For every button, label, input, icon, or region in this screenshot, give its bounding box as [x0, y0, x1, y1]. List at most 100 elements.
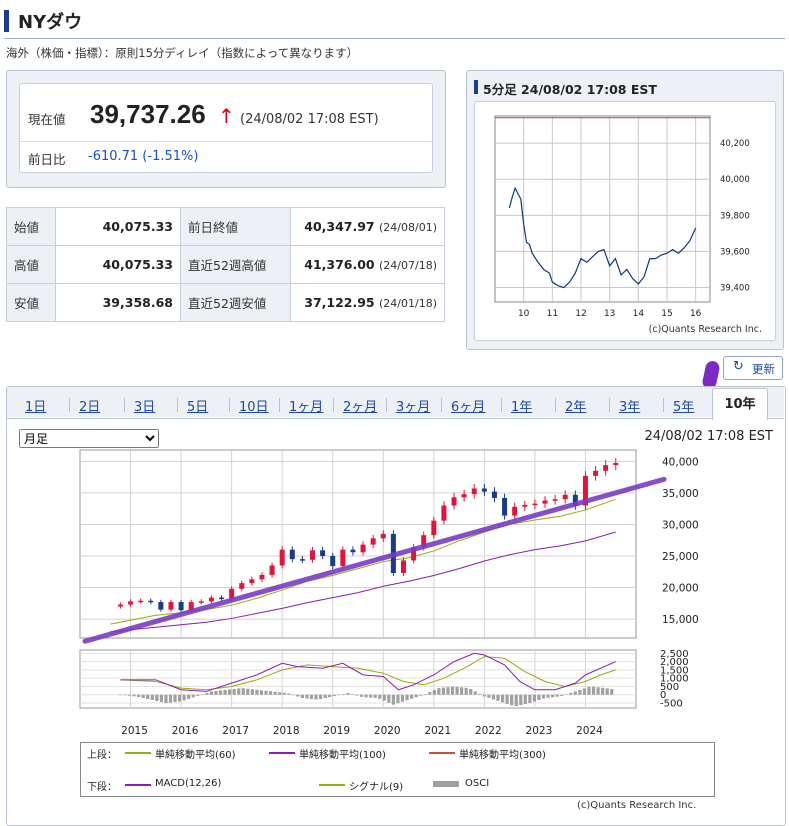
intraday-x-tick: 12: [575, 309, 586, 319]
osci-bar: [464, 687, 468, 695]
osci-bar: [191, 694, 195, 698]
osci-bar: [428, 692, 432, 695]
candle-body: [269, 565, 275, 575]
legend-bottom-label: 下段：: [87, 782, 117, 793]
osci-bar: [378, 694, 382, 699]
tab-item[interactable]: 2年: [565, 396, 586, 415]
candle-body: [481, 488, 487, 492]
tab-item[interactable]: 6ヶ月: [451, 396, 485, 415]
osci-bar: [510, 694, 514, 706]
price-y-tick: 35,000: [662, 488, 699, 500]
osci-bar: [218, 690, 223, 695]
osci-bar: [214, 690, 218, 695]
candle-body: [178, 602, 184, 611]
osci-bar: [528, 694, 532, 704]
main-x-tick: 2015: [121, 725, 148, 737]
osci-bar: [282, 692, 286, 695]
tab-separator: [333, 398, 334, 412]
intraday-panel: 5分足 24/08/02 17:08 EST 10 11 12 13 14 15 16 40,…: [466, 70, 784, 350]
osci-bar: [364, 694, 368, 698]
osci-bar: [387, 694, 391, 703]
osci-bar: [560, 694, 564, 696]
tab-item[interactable]: 2日: [79, 396, 100, 415]
osci-bar: [205, 692, 209, 695]
tab-separator: [501, 398, 502, 412]
candle-body: [208, 597, 214, 602]
osci-bar: [546, 694, 550, 698]
osci-bar: [359, 694, 364, 697]
stats-date: (24/08/01): [379, 221, 437, 234]
refresh-button[interactable]: ↻ 更新: [723, 356, 783, 380]
quote-panel: 現在値 39,737.26 ↑ (24/08/02 17:08 EST) 前日比…: [6, 70, 446, 188]
legend-ma60: 単純移動平均(60): [155, 750, 236, 761]
osci-bar: [505, 694, 509, 704]
osci-bar: [482, 694, 486, 697]
legend-osci-swatch: [433, 781, 459, 787]
tab-active[interactable]: 10年: [712, 388, 768, 420]
osci-bar: [591, 686, 596, 695]
osci-bar: [150, 694, 154, 701]
tab-item[interactable]: 1年: [511, 396, 532, 415]
tab-item[interactable]: 3年: [619, 396, 640, 415]
legend-signal-swatch: [319, 784, 345, 786]
osci-bar: [423, 694, 427, 695]
osci-bar: [432, 690, 436, 695]
price-y-tick: 15,000: [662, 614, 699, 626]
tab-item[interactable]: 3ヶ月: [396, 396, 430, 415]
osci-bar: [523, 694, 527, 705]
price-y-tick: 30,000: [662, 519, 699, 531]
osci-bar: [601, 687, 605, 695]
osci-bar: [469, 688, 473, 695]
osci-bar: [264, 690, 268, 695]
tab-item[interactable]: 5日: [187, 396, 208, 415]
osci-bar: [141, 694, 145, 699]
refresh-icon: ↻: [733, 359, 744, 374]
tab-item[interactable]: 3日: [134, 396, 155, 415]
osci-bar: [173, 694, 177, 703]
candle-body: [380, 533, 386, 539]
osci-bar: [355, 694, 359, 696]
intraday-x-tick: 15: [661, 309, 672, 319]
candle-body: [289, 549, 295, 560]
legend-signal: シグナル(9): [349, 782, 404, 793]
candle-body: [400, 560, 406, 574]
main-x-tick: 2017: [222, 725, 249, 737]
intraday-title: 5分足 24/08/02 17:08 EST: [483, 82, 657, 97]
osci-bar: [305, 694, 309, 699]
candle-body: [117, 604, 123, 607]
osci-bar: [455, 686, 459, 695]
osci-bar: [450, 686, 455, 695]
current-value-label: 現在値: [28, 112, 66, 127]
osci-bar: [232, 688, 236, 695]
tab-separator: [609, 398, 610, 412]
stats-date: (24/01/18): [379, 297, 437, 310]
osci-bar: [137, 694, 141, 698]
intraday-x-tick: 11: [547, 309, 558, 319]
tab-separator: [663, 398, 664, 412]
osci-bar: [473, 691, 477, 695]
tab-item[interactable]: 5年: [673, 396, 694, 415]
tab-item[interactable]: 1日: [25, 396, 46, 415]
osci-bar: [551, 694, 555, 698]
osci-bar: [369, 694, 373, 698]
osci-bar: [405, 694, 409, 701]
tab-separator: [229, 398, 230, 412]
tab-item[interactable]: 1ヶ月: [289, 396, 323, 415]
intraday-y-tick: 39,800: [720, 211, 750, 221]
tab-item[interactable]: 2ヶ月: [343, 396, 377, 415]
osci-bar: [123, 694, 127, 696]
intraday-x-tick: 16: [690, 309, 702, 319]
osci-bar: [478, 693, 482, 695]
intraday-y-tick: 39,600: [720, 247, 750, 257]
quote-divider: [20, 141, 432, 142]
change-label: 前日比: [28, 152, 66, 167]
osci-bar: [118, 694, 123, 696]
legend-ma300: 単純移動平均(300): [459, 750, 546, 761]
osci-bar: [259, 690, 264, 695]
tab-item[interactable]: 10日: [239, 396, 269, 415]
stats-row: 高値 40,075.33 直近52週高値 41,376.00 (24/07/18): [6, 245, 445, 284]
main-x-tick: 2021: [424, 725, 451, 737]
tab-separator: [177, 398, 178, 412]
candle-body: [532, 503, 538, 506]
osci-bar: [323, 694, 327, 699]
